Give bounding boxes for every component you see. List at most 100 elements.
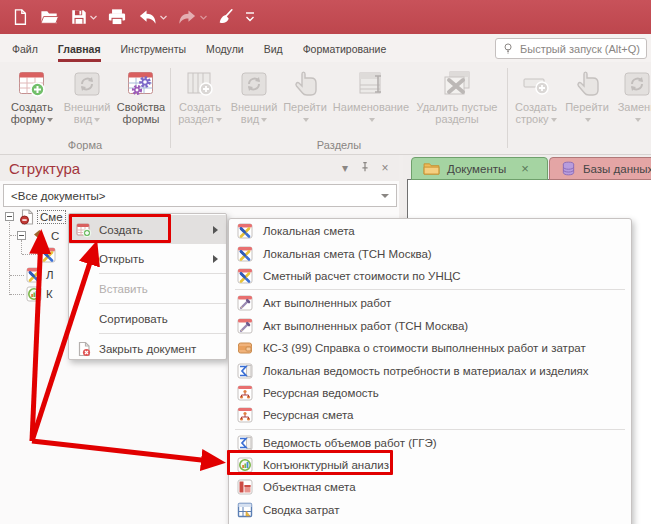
menu-item-close-document[interactable]: Закрыть документ: [69, 334, 226, 363]
structure-panel-header: Структура ▾ ×: [0, 155, 399, 181]
local-estimate-icon: [237, 223, 253, 239]
form-properties-button[interactable]: Свойстваформы: [114, 65, 168, 125]
tree-node-label[interactable]: Л: [44, 269, 56, 281]
local-estimate-icon: [237, 268, 253, 284]
table-plus-icon: [16, 68, 48, 100]
row-plus-icon: [520, 68, 552, 100]
combo-arrow-icon: [381, 194, 389, 198]
document-badge-icon: [19, 209, 35, 225]
group-label-form: Форма: [0, 139, 170, 151]
tab-modules[interactable]: Модули: [206, 36, 244, 61]
group-label-sections: Разделы: [172, 139, 506, 151]
tree-node-label[interactable]: Сме: [37, 210, 66, 224]
documents-filter-combo[interactable]: <Все документы>: [3, 184, 397, 207]
tables-delete-icon: [441, 68, 473, 100]
database-icon: [561, 161, 576, 176]
delete-empty-sections-button[interactable]: Удалить пустыеразделы: [412, 65, 502, 125]
create-submenu: Локальная смета Локальная смета (ТСН Мос…: [228, 218, 632, 524]
resource-icon: [237, 407, 253, 423]
refresh-icon: [621, 68, 651, 100]
lightbulb-icon: [502, 42, 514, 55]
submenu-item[interactable]: Ресурсная смета: [229, 404, 631, 426]
market-analysis-icon: [26, 286, 42, 302]
create-section-button[interactable]: Создатьраздел: [175, 65, 225, 125]
titlebar: [0, 0, 651, 34]
tree-node-label[interactable]: С: [49, 230, 61, 242]
local-estimate-icon: [237, 246, 253, 262]
folder-icon: [423, 162, 440, 175]
tab-databases[interactable]: Базы данных: [549, 157, 651, 180]
section-name-button[interactable]: Наименование: [330, 65, 412, 125]
tab-home[interactable]: Главная: [58, 36, 101, 61]
ribbon-group-form: Создатьформу Внешнийвид Свойстваформы Фо…: [0, 62, 170, 154]
annotation-box-create: [69, 214, 171, 243]
clear-format-button[interactable]: [214, 4, 238, 30]
table-cursor-icon: [355, 68, 387, 100]
create-form-button[interactable]: Создатьформу: [6, 65, 58, 125]
cost-summary-icon: [237, 502, 253, 518]
annotation-box-market-analysis: [227, 450, 393, 475]
quick-search-input[interactable]: Быстрый запуск (Alt+Q): [495, 38, 647, 59]
menu-item-paste[interactable]: Вставить: [69, 274, 226, 303]
new-document-button[interactable]: [8, 4, 32, 30]
object-estimate-icon: [237, 479, 253, 495]
ks3-icon: [237, 340, 253, 356]
submenu-item[interactable]: Акт выполненных работ: [229, 292, 631, 314]
submenu-item[interactable]: Объектная смета: [229, 476, 631, 498]
refresh-icon: [238, 68, 270, 100]
tab-file[interactable]: Файл: [12, 36, 38, 61]
ribbon: Создатьформу Внешнийвид Свойстваформы Фо…: [0, 62, 651, 155]
sigma-icon: [237, 435, 253, 451]
act-icon: [237, 295, 253, 311]
hand-icon: [289, 68, 321, 100]
submenu-item[interactable]: Сметный расчет стоимости по УНЦС: [229, 265, 631, 287]
form-appearance-button[interactable]: Внешнийвид: [60, 65, 114, 125]
menu-item-sort[interactable]: Сортировать: [69, 304, 226, 333]
refresh-icon: [71, 68, 103, 100]
sigma-icon: [237, 363, 253, 379]
collapse-icon[interactable]: [5, 212, 14, 221]
tab-close-icon[interactable]: ×: [521, 161, 529, 176]
submenu-item[interactable]: Локальная ведомость потребности в матери…: [229, 359, 631, 381]
tab-view[interactable]: Вид: [264, 36, 283, 61]
tab-documents-label: Документы: [447, 163, 506, 175]
tab-databases-label: Базы данных: [583, 163, 651, 175]
combo-value: <Все документы>: [11, 190, 106, 202]
redo-button[interactable]: [174, 4, 210, 30]
local-estimate-icon: [26, 267, 42, 283]
replace-button[interactable]: Замени: [613, 65, 651, 125]
tab-formatting[interactable]: Форматирование: [303, 36, 387, 61]
hammer-icon: [31, 228, 47, 244]
ribbon-group-rows: Создатьстроку Перейти Замени: [509, 62, 651, 154]
panel-title: Структура: [9, 160, 335, 177]
search-placeholder: Быстрый запуск (Alt+Q): [520, 43, 640, 55]
submenu-item[interactable]: Акт выполненных работ (ТСН Москва): [229, 315, 631, 337]
create-row-button[interactable]: Создатьстроку: [511, 65, 561, 125]
goto-row-button[interactable]: Перейти: [563, 65, 611, 125]
save-button[interactable]: [67, 4, 100, 30]
panel-close-icon[interactable]: ×: [375, 161, 395, 175]
tab-documents[interactable]: Документы ×: [411, 157, 548, 180]
menu-item-open[interactable]: Открыть: [69, 244, 226, 273]
panel-menu-icon[interactable]: ▾: [335, 161, 355, 175]
table-gear-icon: [125, 68, 157, 100]
section-appearance-button[interactable]: Внешнийвид: [227, 65, 281, 125]
print-button[interactable]: [104, 4, 130, 30]
submenu-item[interactable]: Локальная смета (ТСН Москва): [229, 242, 631, 264]
tab-tools[interactable]: Инструменты: [121, 36, 186, 61]
undo-button[interactable]: [134, 4, 170, 30]
ribbon-group-sections: Создатьраздел Внешнийвид Перейти Наимено…: [172, 62, 506, 154]
customize-toolbar-button[interactable]: [242, 4, 258, 30]
submenu-item[interactable]: Ресурсная ведомость: [229, 382, 631, 404]
panel-pin-icon[interactable]: [355, 161, 375, 176]
columns-plus-icon: [184, 68, 216, 100]
submenu-item[interactable]: КС-3 (99) Справка о стоимости выполненны…: [229, 337, 631, 359]
open-folder-button[interactable]: [36, 4, 63, 30]
submenu-item[interactable]: Сводка затрат: [229, 499, 631, 521]
goto-section-button[interactable]: Перейти: [281, 65, 329, 125]
submenu-arrow-icon: [213, 255, 218, 263]
submenu-item[interactable]: Локальная смета: [229, 220, 631, 242]
collapse-icon[interactable]: [17, 231, 26, 240]
tree-node-label[interactable]: К: [44, 288, 55, 300]
submenu-arrow-icon: [213, 226, 218, 234]
